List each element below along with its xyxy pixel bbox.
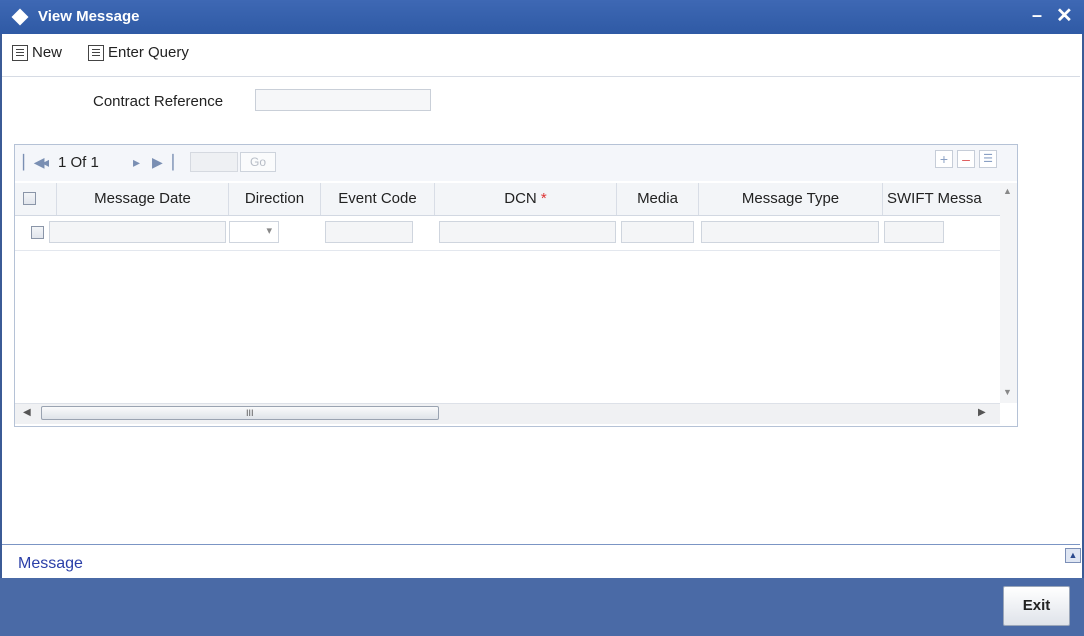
scroll-left-icon[interactable]: ◀ — [23, 407, 31, 418]
page-number-input[interactable] — [190, 152, 238, 172]
window-title: View Message — [38, 8, 140, 25]
required-marker: * — [540, 190, 547, 207]
col-media[interactable]: Media — [617, 183, 699, 215]
close-icon[interactable]: ✕ — [1056, 3, 1073, 28]
enter-query-button[interactable]: Enter Query — [88, 44, 189, 61]
query-icon — [88, 44, 104, 61]
dcn-cell[interactable] — [439, 221, 616, 243]
grid-header: Message Date Direction Event Code DCN * … — [15, 183, 1000, 216]
col-swift-message[interactable]: SWIFT Messa — [883, 183, 1000, 215]
message-link[interactable]: Message — [18, 555, 83, 573]
page-indicator: 1 Of 1 — [58, 154, 99, 171]
new-button-label: New — [32, 44, 63, 61]
add-row-icon[interactable]: + — [935, 150, 953, 168]
message-grid: ▏◀ ◂ 1 Of 1 ▸ ▶▕ Go + – ☰ Message Date D… — [14, 144, 1018, 427]
col-message-type[interactable]: Message Type — [699, 183, 883, 215]
message-date-cell[interactable] — [49, 221, 226, 243]
delete-row-icon[interactable]: – — [957, 150, 975, 168]
horizontal-scroll-thumb[interactable]: III — [41, 406, 439, 420]
row-checkbox[interactable] — [31, 226, 44, 239]
next-page-icon[interactable]: ▸ — [133, 154, 140, 171]
single-view-icon[interactable]: ☰ — [979, 150, 997, 168]
minimize-icon[interactable]: – — [1032, 5, 1042, 26]
scroll-down-icon[interactable]: ▼ — [1003, 387, 1012, 397]
toolbar: New Enter Query — [2, 40, 1080, 70]
new-button[interactable]: New — [12, 44, 62, 61]
new-document-icon — [12, 44, 28, 61]
horizontal-scrollbar[interactable]: ◀ III ▶ — [15, 403, 1000, 424]
col-message-date[interactable]: Message Date — [57, 183, 229, 215]
select-all-header — [15, 183, 57, 215]
exit-button[interactable]: Exit — [1003, 586, 1070, 626]
col-dcn-label: DCN — [504, 190, 537, 207]
expand-icon[interactable]: ▲ — [1065, 548, 1081, 563]
bottom-bar — [0, 578, 1084, 636]
direction-select[interactable] — [229, 221, 279, 243]
prev-page-icon[interactable]: ◂ — [42, 154, 49, 171]
contract-reference-input[interactable] — [255, 89, 431, 111]
contract-reference-label: Contract Reference — [93, 93, 224, 110]
app-diamond-icon — [11, 8, 29, 26]
grid-pager: ▏◀ ◂ 1 Of 1 ▸ ▶▕ Go + – ☰ — [15, 145, 1017, 181]
last-page-icon[interactable]: ▶▕ — [152, 154, 174, 171]
scroll-grip: III — [246, 408, 254, 418]
footer-divider — [2, 544, 1080, 545]
enter-query-label: Enter Query — [108, 44, 189, 61]
title-bar: View Message – ✕ — [0, 0, 1084, 34]
scroll-right-icon[interactable]: ▶ — [978, 407, 986, 418]
message-type-cell[interactable] — [701, 221, 879, 243]
swift-message-cell[interactable] — [884, 221, 944, 243]
select-all-checkbox[interactable] — [23, 192, 36, 205]
col-dcn[interactable]: DCN * — [435, 183, 617, 215]
col-direction[interactable]: Direction — [229, 183, 321, 215]
media-cell[interactable] — [621, 221, 694, 243]
toolbar-divider — [2, 76, 1080, 77]
col-event-code[interactable]: Event Code — [321, 183, 435, 215]
table-row — [15, 216, 1000, 251]
go-button[interactable]: Go — [240, 152, 276, 172]
vertical-scrollbar[interactable]: ▲ ▼ — [1000, 183, 1017, 403]
scroll-up-icon[interactable]: ▲ — [1003, 186, 1012, 196]
event-code-cell[interactable] — [325, 221, 413, 243]
